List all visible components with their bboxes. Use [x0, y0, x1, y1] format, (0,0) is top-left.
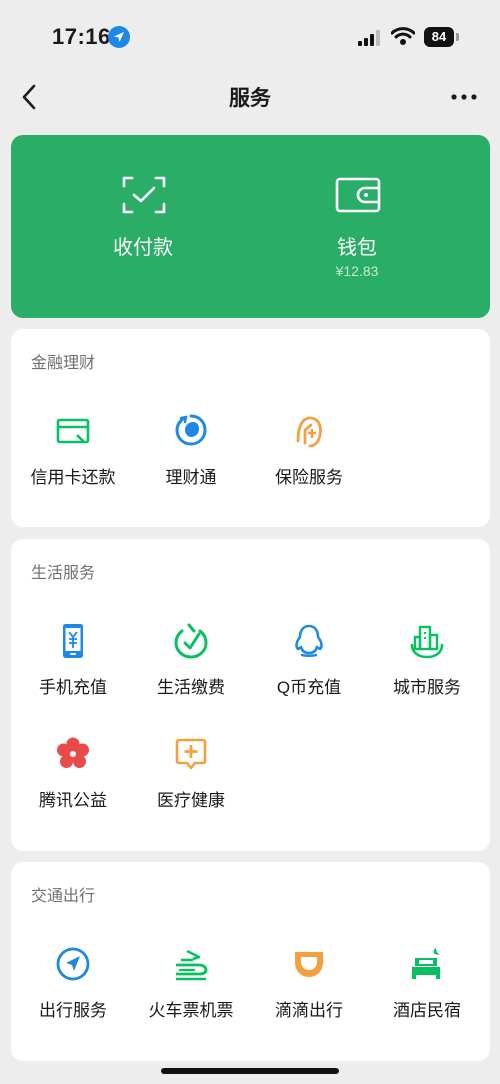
medical-icon — [175, 738, 207, 770]
bill-pay-item[interactable]: 生活缴费 — [131, 623, 251, 703]
navigation-icon — [56, 947, 90, 981]
item-label: 酒店民宿 — [393, 1001, 461, 1020]
item-label: 火车票机票 — [148, 1001, 234, 1020]
wealth-icon — [175, 414, 207, 446]
cellular-signal-icon — [358, 30, 380, 46]
wallet-label: 钱包 — [337, 237, 377, 259]
phone-topup-item[interactable]: 手机充值 — [13, 623, 133, 703]
travel-service-item[interactable]: 出行服务 — [13, 946, 133, 1026]
item-label: 腾讯公益 — [39, 791, 107, 810]
section-title: 金融理财 — [31, 355, 96, 372]
battery-level: 84 — [424, 27, 454, 47]
pay-receive-label: 收付款 — [113, 237, 173, 259]
didi-item[interactable]: 滴滴出行 — [249, 946, 369, 1026]
home-indicator[interactable] — [161, 1068, 339, 1074]
credit-card-icon — [56, 418, 90, 444]
qq-coin-icon — [295, 624, 323, 657]
didi-icon — [295, 952, 323, 977]
battery-cap — [456, 33, 459, 41]
city-service-icon — [410, 625, 444, 659]
section-title: 生活服务 — [31, 565, 96, 582]
train-ticket-icon — [176, 949, 208, 981]
phone-topup-icon — [63, 624, 83, 658]
insurance-item[interactable]: 保险服务 — [249, 413, 369, 493]
status-time: 17:16 — [52, 24, 111, 49]
wallet-balance: ¥12.83 — [335, 263, 379, 279]
item-label: 信用卡还款 — [30, 468, 116, 487]
item-label: 生活缴费 — [157, 678, 225, 697]
item-label: 手机充值 — [39, 678, 107, 697]
transportation-section: 交通出行 出行服务 火车票机票 滴滴出行 酒店民宿 — [11, 862, 490, 1061]
more-options-icon[interactable] — [448, 84, 480, 110]
item-label: 城市服务 — [393, 678, 461, 697]
wealth-item[interactable]: 理财通 — [131, 413, 251, 493]
life-services-section: 生活服务 手机充值 生活缴费 Q币充值 城市服务 腾讯公益 医疗健康 — [11, 539, 490, 851]
hotel-item[interactable]: 酒店民宿 — [367, 946, 487, 1026]
item-label: 医疗健康 — [157, 791, 225, 810]
medical-item[interactable]: 医疗健康 — [131, 736, 251, 816]
item-label: 滴滴出行 — [275, 1001, 343, 1020]
credit-card-repay-item[interactable]: 信用卡还款 — [13, 413, 133, 493]
item-label: 理财通 — [165, 468, 217, 487]
charity-item[interactable]: 腾讯公益 — [13, 736, 133, 816]
item-label: 保险服务 — [275, 468, 343, 487]
navigation-bar: 服务 — [0, 72, 500, 122]
bill-pay-icon — [174, 623, 208, 659]
item-label: 出行服务 — [39, 1001, 107, 1020]
wallet-button[interactable]: 钱包 ¥12.83 — [257, 135, 457, 318]
payment-panel: 收付款 钱包 ¥12.83 — [11, 135, 490, 318]
charity-icon — [57, 737, 89, 768]
qq-coin-item[interactable]: Q币充值 — [249, 623, 369, 703]
train-ticket-item[interactable]: 火车票机票 — [131, 946, 251, 1026]
insurance-icon — [296, 416, 322, 448]
status-bar: 17:16 84 — [0, 0, 500, 72]
pay-receive-button[interactable]: 收付款 — [43, 135, 243, 318]
scan-frame-icon — [122, 176, 166, 214]
city-service-item[interactable]: 城市服务 — [367, 623, 487, 703]
location-icon — [108, 26, 130, 48]
page-title: 服务 — [229, 87, 271, 110]
section-title: 交通出行 — [31, 888, 96, 905]
hotel-icon — [412, 948, 440, 979]
wallet-icon — [335, 177, 381, 213]
finance-section: 金融理财 信用卡还款 理财通 保险服务 — [11, 329, 490, 527]
wifi-icon — [391, 27, 415, 45]
item-label: Q币充值 — [276, 678, 342, 697]
